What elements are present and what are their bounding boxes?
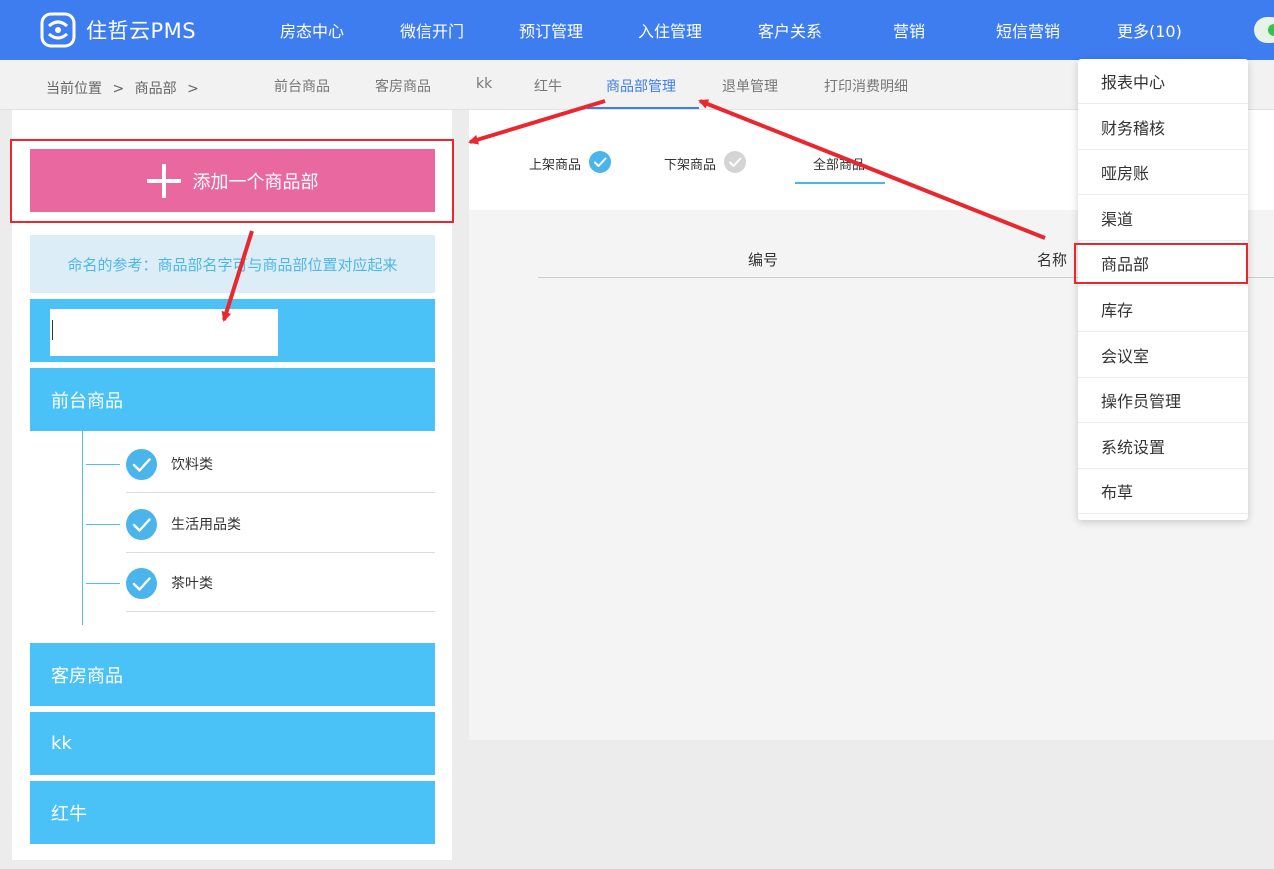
check-circle-icon[interactable] [126, 509, 157, 540]
tree-branch [86, 583, 120, 584]
menu-item-operator-management[interactable]: 操作员管理 [1078, 378, 1248, 423]
nav-reservation[interactable]: 预订管理 [519, 18, 583, 42]
tree-branch [86, 464, 120, 465]
subcategory-label: 饮料类 [171, 457, 213, 473]
divider [126, 611, 435, 612]
menu-item-linen[interactable]: 布草 [1078, 469, 1248, 514]
menu-item-goods-department[interactable]: 商品部 [1078, 241, 1248, 286]
menu-item-meeting-room[interactable]: 会议室 [1078, 333, 1248, 378]
breadcrumb: 当前位置 > 商品部 > [46, 78, 205, 98]
plus-icon [146, 163, 181, 198]
column-header-name: 名称 [1037, 251, 1068, 269]
check-circle-icon[interactable] [724, 151, 746, 173]
top-nav-bar: 住哲云PMS 房态中心 微信开门 预订管理 入住管理 客户关系 营销 短信营销 … [0, 0, 1274, 60]
tree-branch [86, 524, 120, 525]
tab-print-details[interactable]: 打印消费明细 [824, 76, 908, 96]
breadcrumb-sep: > [187, 81, 199, 97]
active-tab-indicator [587, 107, 699, 109]
list-item[interactable]: 饮料类 [86, 431, 435, 493]
tab-front-desk-goods[interactable]: 前台商品 [274, 76, 330, 96]
check-circle-icon[interactable] [126, 449, 157, 480]
nav-marketing[interactable]: 营销 [893, 18, 925, 42]
nav-more[interactable]: 更多(10) [1117, 18, 1182, 42]
text-caret [52, 320, 53, 340]
department-room-goods[interactable]: 客房商品 [30, 643, 435, 706]
menu-item-dummy-room[interactable]: 哑房账 [1078, 150, 1248, 195]
filter-off-shelf[interactable]: 下架商品 [664, 154, 716, 173]
tab-kk[interactable]: kk [476, 76, 492, 92]
menu-item-channels[interactable]: 渠道 [1078, 196, 1248, 241]
filter-all-goods[interactable]: 全部商品 [813, 154, 865, 173]
tree-connector [82, 431, 83, 625]
check-circle-icon[interactable] [589, 151, 611, 173]
check-circle-icon[interactable] [126, 568, 157, 599]
naming-hint: 命名的参考：商品部名字可与商品部位置对应起来 [30, 235, 435, 293]
menu-item-system-settings[interactable]: 系统设置 [1078, 424, 1248, 469]
logo-icon [40, 12, 76, 48]
app-logo[interactable]: 住哲云PMS [40, 12, 196, 48]
tab-department-management[interactable]: 商品部管理 [606, 76, 676, 96]
status-toggle[interactable] [1254, 17, 1274, 43]
department-front-desk[interactable]: 前台商品 [30, 368, 435, 431]
subcategory-label: 生活用品类 [171, 517, 241, 533]
tab-red-bull[interactable]: 红牛 [534, 76, 562, 96]
breadcrumb-prefix: 当前位置 [46, 81, 102, 97]
nav-sms-marketing[interactable]: 短信营销 [996, 18, 1060, 42]
breadcrumb-current[interactable]: 商品部 [135, 81, 177, 97]
add-department-label: 添加一个商品部 [192, 171, 319, 193]
list-item[interactable]: 生活用品类 [86, 491, 435, 553]
active-filter-indicator [795, 182, 885, 184]
breadcrumb-sep: > [112, 81, 125, 97]
nav-room-status[interactable]: 房态中心 [280, 18, 344, 42]
tab-room-goods[interactable]: 客房商品 [375, 76, 431, 96]
tab-refund-management[interactable]: 退单管理 [722, 76, 778, 96]
nav-checkin[interactable]: 入住管理 [638, 18, 702, 42]
filter-on-shelf[interactable]: 上架商品 [529, 154, 581, 173]
nav-customer[interactable]: 客户关系 [758, 18, 822, 42]
department-red-bull[interactable]: 红牛 [30, 781, 435, 844]
list-item[interactable]: 茶叶类 [86, 550, 435, 612]
app-title: 住哲云PMS [86, 19, 197, 43]
department-kk[interactable]: kk [30, 712, 435, 775]
column-header-id: 编号 [748, 251, 779, 269]
menu-item-finance-audit[interactable]: 财务稽核 [1078, 105, 1248, 150]
menu-item-inventory[interactable]: 库存 [1078, 287, 1248, 332]
new-department-row [30, 299, 435, 362]
subcategory-label: 茶叶类 [171, 576, 213, 592]
nav-wechat-unlock[interactable]: 微信开门 [400, 18, 464, 42]
menu-item-reports[interactable]: 报表中心 [1078, 59, 1248, 104]
add-department-button[interactable]: 添加一个商品部 [30, 149, 435, 212]
department-name-input[interactable] [50, 309, 278, 356]
more-dropdown-menu: 报表中心 财务稽核 哑房账 渠道 商品部 库存 会议室 操作员管理 系统设置 布… [1078, 59, 1248, 520]
